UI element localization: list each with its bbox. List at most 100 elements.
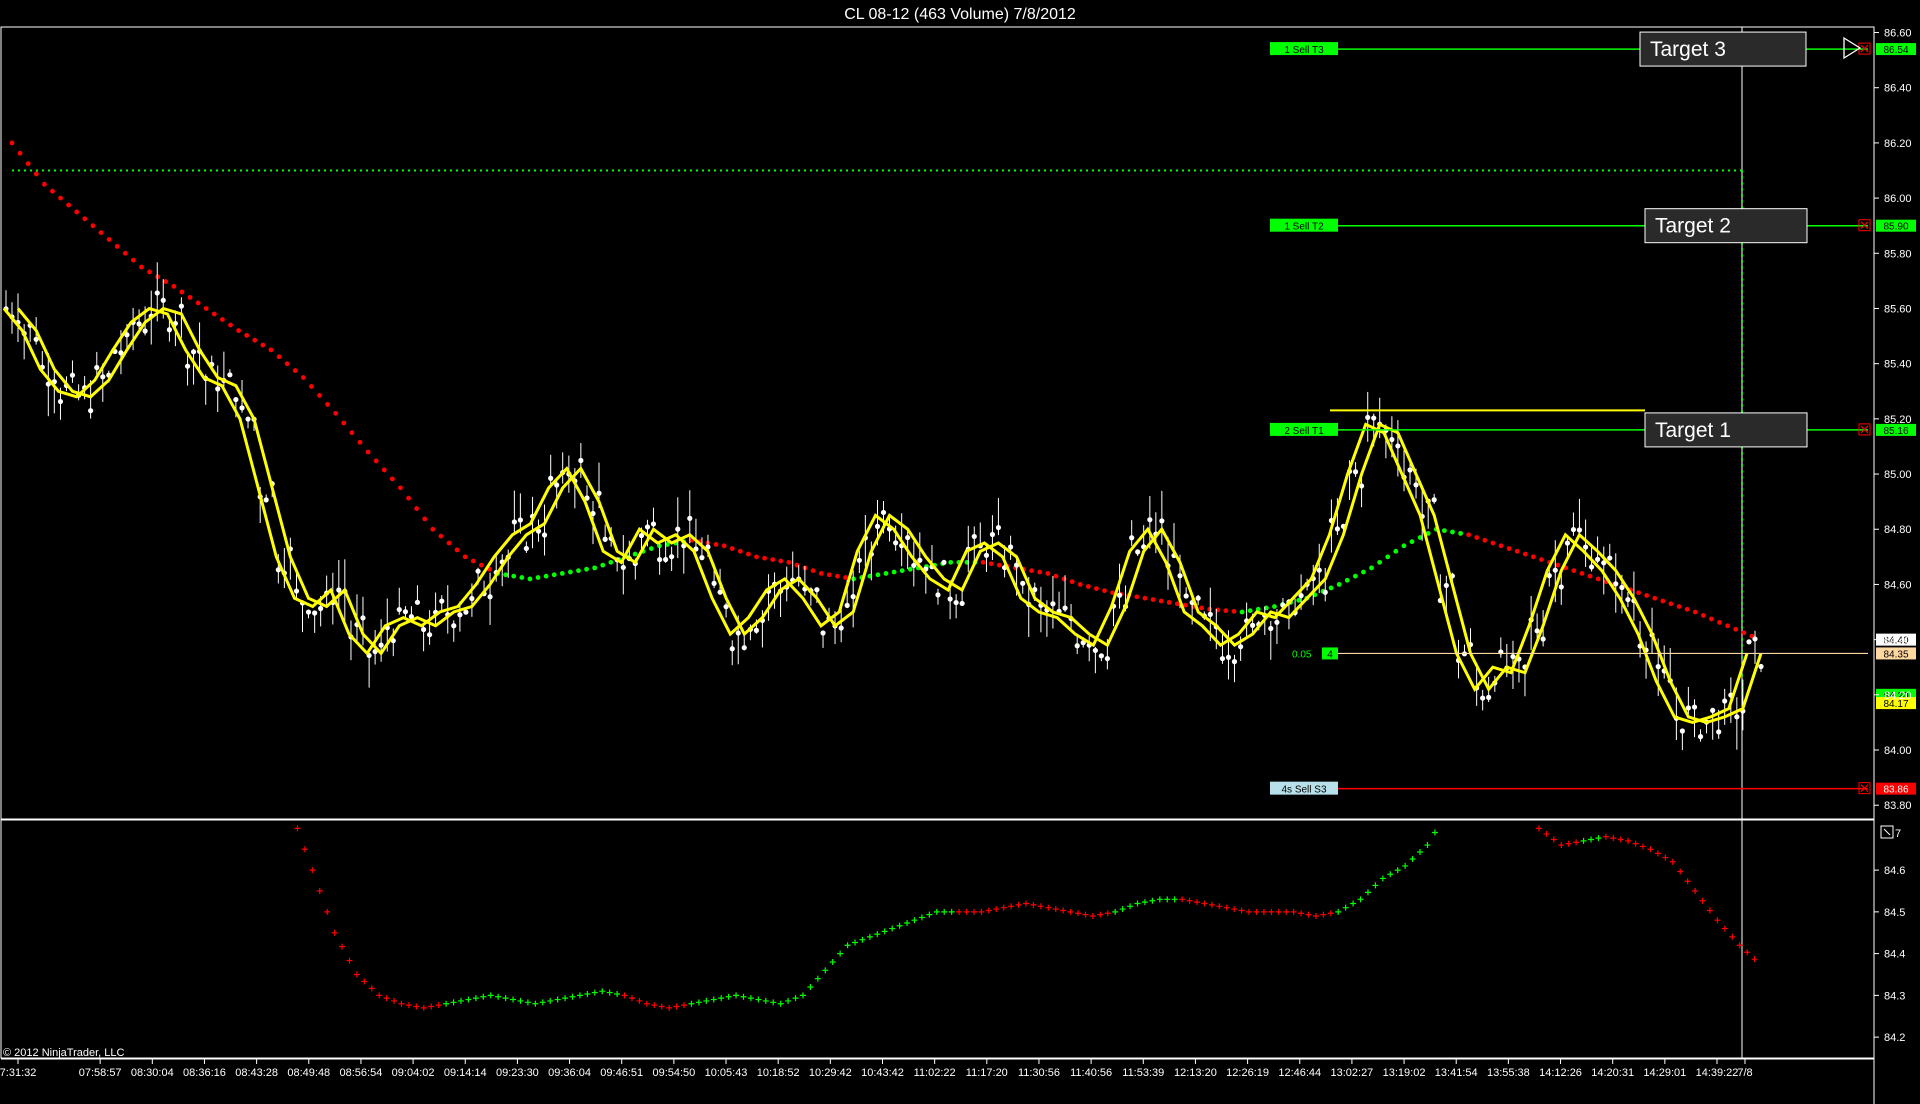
trend-dot: [260, 342, 266, 348]
trend-dot: [1061, 576, 1067, 582]
entry-qty-badge[interactable]: 4: [1327, 649, 1333, 660]
trend-dot: [1571, 568, 1577, 574]
time-tick-label-0: 7:31:32: [0, 1067, 36, 1079]
price-bar-body: [136, 321, 142, 327]
indicator-tick-label-2: 84.4: [1884, 949, 1905, 961]
time-tick-label-3: 08:36:16: [183, 1067, 226, 1079]
price-bar-body: [1183, 593, 1189, 599]
price-bar-body: [1710, 707, 1716, 713]
trend-dot: [236, 328, 241, 333]
trend-dot: [17, 150, 23, 156]
trend-dot: [1441, 528, 1447, 534]
order-tag-text-1[interactable]: 1 Sell T2: [1284, 222, 1324, 233]
price-bar-body: [1486, 694, 1492, 700]
time-tick-label-9: 09:23:30: [496, 1067, 539, 1079]
order-tag-text-0[interactable]: 1 Sell T3: [1284, 45, 1324, 56]
trend-dot: [9, 140, 15, 146]
price-bar-body: [1365, 414, 1371, 421]
trend-dot: [826, 572, 832, 578]
price-bar-body: [1250, 622, 1256, 628]
price-bar-body: [1679, 728, 1685, 734]
price-tick-label-6: 85.40: [1884, 359, 1912, 371]
trend-dot: [317, 393, 322, 398]
price-bar-body: [1594, 556, 1601, 562]
price-bar-body: [402, 609, 409, 615]
trend-dot: [1668, 601, 1674, 607]
trend-dot: [163, 279, 169, 284]
price-bar-body: [1564, 540, 1571, 546]
trend-dot: [325, 401, 331, 407]
trend-dot: [1660, 598, 1666, 604]
trend-dot: [309, 384, 314, 389]
trend-dot: [1150, 597, 1156, 603]
price-tick-label-0: 86.60: [1884, 28, 1912, 40]
price-bar-body: [1322, 589, 1328, 595]
trend-dot: [228, 322, 233, 328]
trend-dot: [1450, 529, 1455, 535]
price-bar-body: [953, 599, 959, 606]
price-bar-body: [360, 615, 366, 621]
price-bar-body: [1540, 636, 1546, 642]
price-bar-body: [100, 374, 106, 380]
order-tag-text-3[interactable]: 4s Sell S3: [1281, 785, 1326, 796]
order-tag-text-2[interactable]: 2 Sell T1: [1284, 426, 1324, 437]
trend-dot: [292, 368, 298, 373]
target-box-label-2: Target 1: [1655, 419, 1731, 442]
price-bar-body: [1020, 580, 1026, 586]
trend-dot: [1199, 605, 1205, 611]
price-bar-body: [1207, 611, 1213, 618]
trend-dot: [25, 161, 31, 166]
price-bar-body: [1219, 655, 1226, 662]
trend-dot: [454, 547, 460, 553]
time-tick-label-23: 12:26:19: [1226, 1067, 1269, 1079]
time-tick-label-14: 10:18:52: [757, 1067, 800, 1079]
price-bar-body: [1316, 567, 1322, 573]
time-tick-label-26: 13:19:02: [1383, 1067, 1426, 1079]
time-tick-label-22: 12:13:20: [1174, 1067, 1217, 1079]
price-bar-body: [1395, 443, 1401, 449]
price-bar-body: [1195, 595, 1201, 601]
entry-price-label: 84.35: [1883, 649, 1908, 660]
price-bar-body: [1371, 415, 1377, 421]
trend-dot: [608, 559, 614, 565]
price-bar-body: [263, 497, 269, 503]
price-bar-body: [959, 600, 965, 607]
trend-dot: [220, 317, 225, 322]
trend-dot: [737, 548, 743, 554]
price-tick-label-11: 84.40: [1884, 635, 1912, 647]
trend-dot: [1636, 590, 1642, 596]
price-bar-body: [995, 524, 1002, 531]
trend-dot: [1409, 539, 1415, 545]
trend-dot: [1158, 598, 1164, 604]
trend-dot: [414, 506, 420, 511]
price-bar-body: [1238, 644, 1244, 650]
trend-dot: [1344, 577, 1350, 583]
trend-dot: [899, 568, 905, 574]
trend-dot: [179, 289, 185, 295]
order-price-label-1: 85.90: [1883, 222, 1908, 233]
price-bar-body: [971, 533, 977, 540]
trend-dot: [381, 467, 387, 473]
trend-dot: [1069, 579, 1075, 585]
time-tick-label-19: 11:30:56: [1018, 1067, 1060, 1079]
trend-dot: [1531, 554, 1536, 560]
trend-dot: [1717, 619, 1722, 625]
price-bar-body: [1746, 639, 1752, 645]
price-bar-body: [1074, 643, 1080, 649]
price-bar-body: [1655, 664, 1661, 670]
trend-dot: [74, 209, 80, 215]
trend-dot: [584, 566, 589, 572]
trend-dot: [66, 202, 72, 208]
trend-dot: [1037, 569, 1043, 575]
trend-dot: [786, 559, 792, 565]
price-bar-body: [1685, 705, 1691, 711]
price-bar-body: [578, 457, 584, 464]
trend-dot: [1102, 588, 1107, 594]
time-tick-label-28: 13:55:38: [1487, 1067, 1530, 1079]
target-box-label-1: Target 2: [1655, 215, 1731, 238]
trend-dot: [818, 570, 824, 576]
price-bar-body: [88, 408, 94, 414]
price-bar-body: [844, 602, 850, 608]
price-bar-body: [396, 606, 402, 613]
time-tick-label-8: 09:14:14: [444, 1067, 487, 1079]
